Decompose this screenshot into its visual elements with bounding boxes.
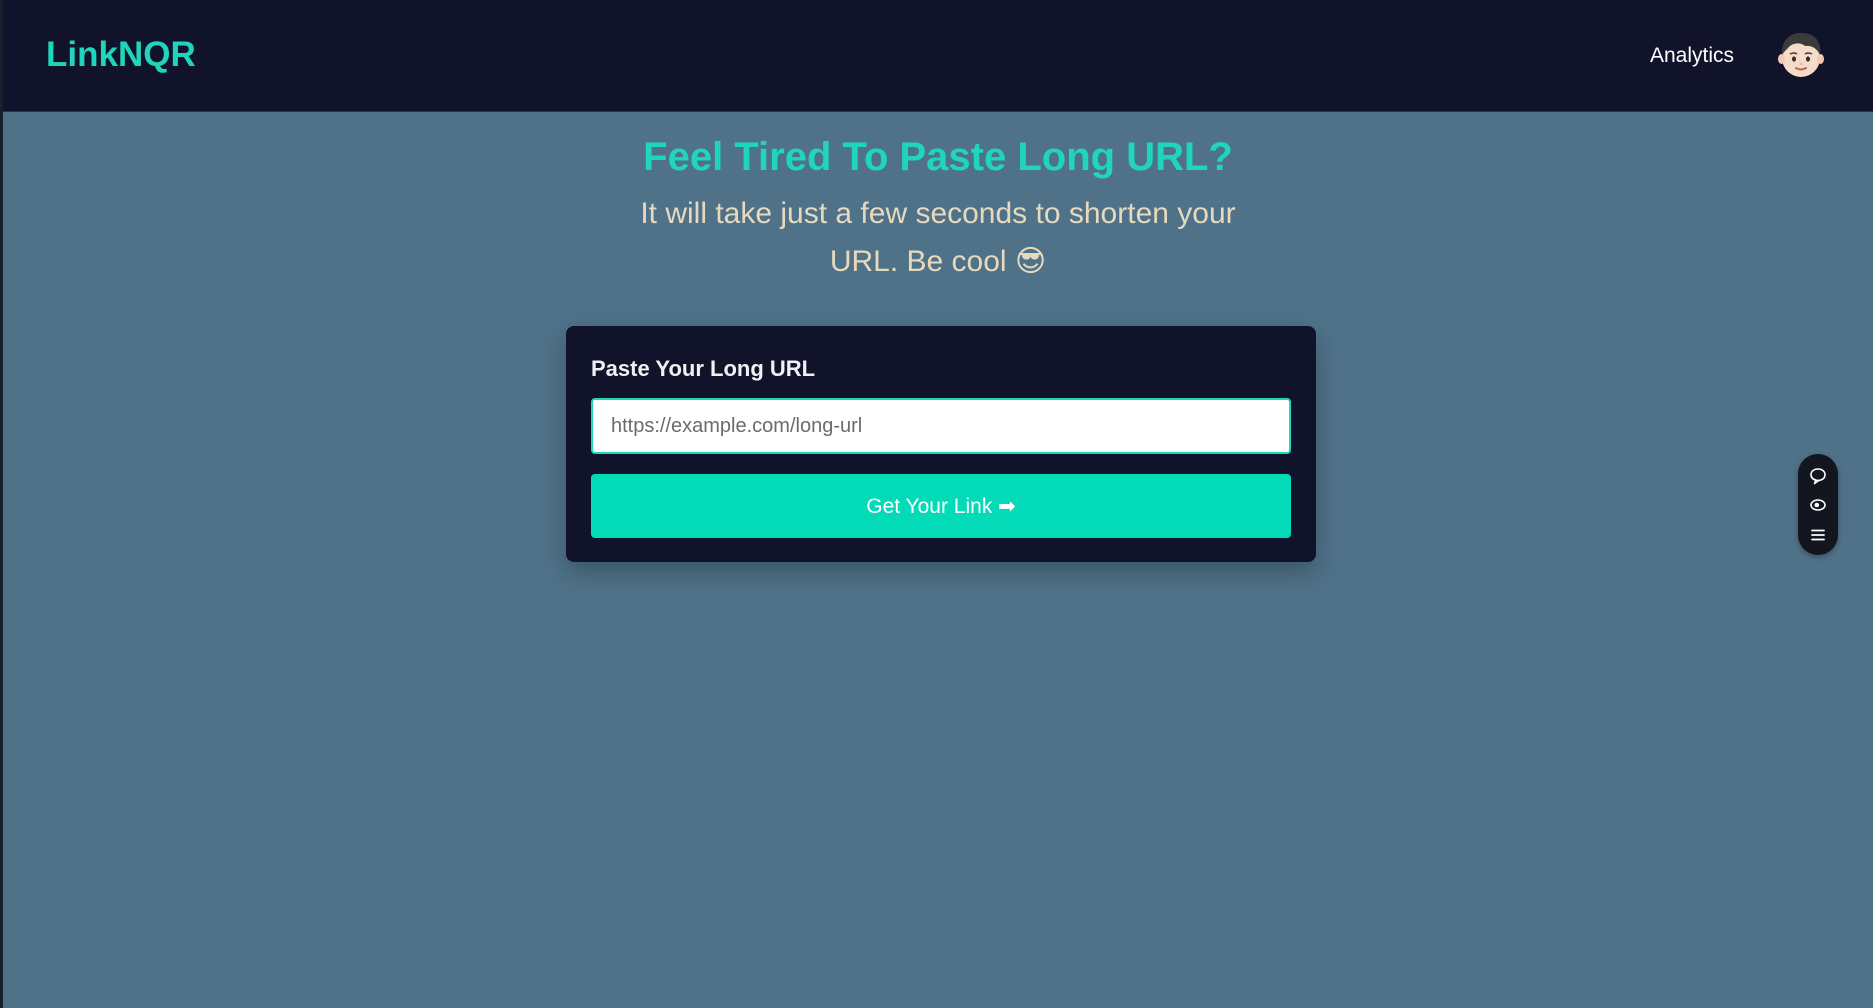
long-url-input[interactable] bbox=[591, 398, 1291, 454]
url-input-label: Paste Your Long URL bbox=[591, 356, 816, 381]
boy-face-icon bbox=[1778, 32, 1824, 77]
menu-icon[interactable] bbox=[1808, 525, 1828, 545]
avatar[interactable] bbox=[1775, 28, 1827, 80]
nav-link-analytics[interactable]: Analytics bbox=[1650, 44, 1734, 68]
eye-icon[interactable] bbox=[1808, 495, 1828, 515]
logo-link[interactable]: LinkNQR bbox=[46, 35, 196, 75]
shorten-url-form: Paste Your Long URL Get Your Link ➡ bbox=[566, 326, 1316, 562]
floating-toolbar bbox=[1798, 454, 1838, 555]
subtitle-line-1: It will take just a few seconds to short… bbox=[640, 197, 1236, 230]
get-link-button[interactable]: Get Your Link ➡ bbox=[591, 474, 1291, 538]
chat-bubble-icon[interactable] bbox=[1808, 466, 1828, 486]
navbar: LinkNQR Analytics bbox=[3, 0, 1873, 112]
page-subtitle: It will take just a few seconds to short… bbox=[3, 190, 1873, 286]
subtitle-line-2: URL. Be cool 😎 bbox=[829, 245, 1047, 278]
page-title: Feel Tired To Paste Long URL? bbox=[643, 135, 1233, 179]
